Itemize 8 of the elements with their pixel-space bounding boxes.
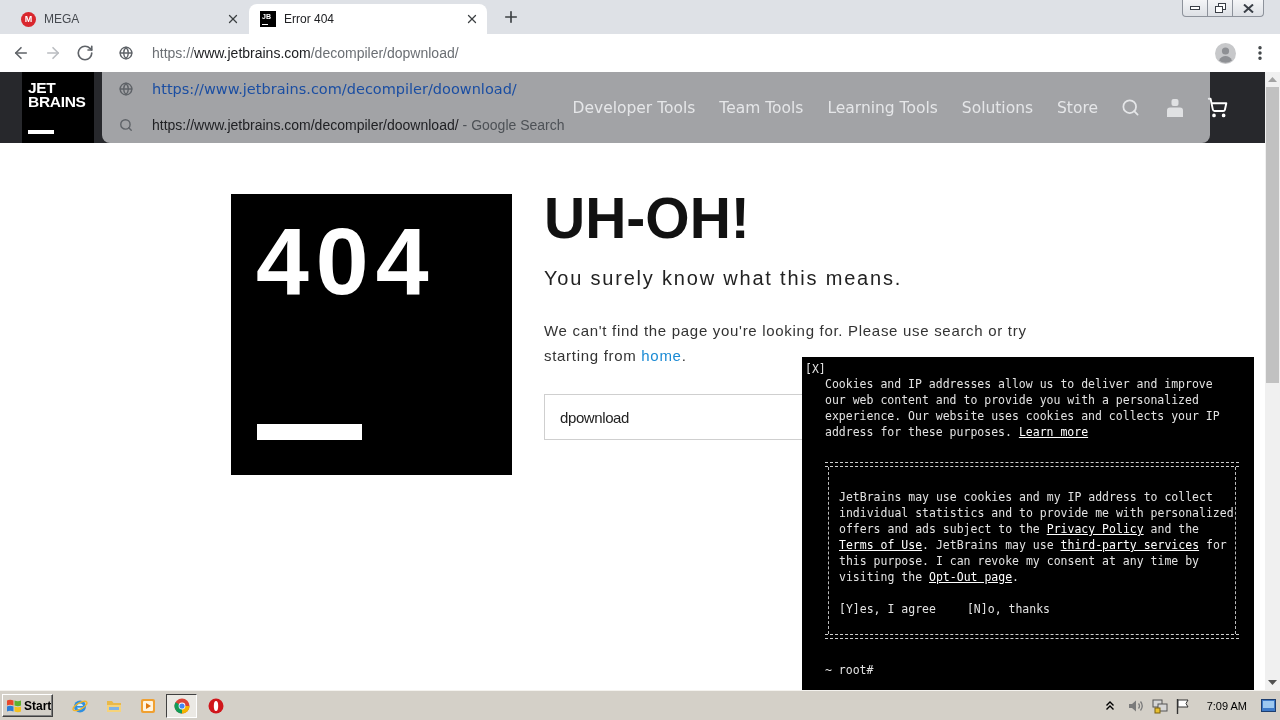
prompt-text: ~ root# bbox=[825, 662, 874, 678]
error-heading: UH-OH! bbox=[544, 190, 751, 247]
error-code-tile: 404 bbox=[231, 194, 512, 475]
error-subheading: You surely know what this means. bbox=[544, 266, 904, 291]
consent-text: JetBrains may use cookies and my IP address to collect individual statistics and to provide me with personalized offers and ads subject to the Privacy Policy and the Terms of Use. JetBrains may use third-party services for this purpose. I can revoke my consent at any time by visiting the Opt-Out page. bbox=[839, 489, 1234, 585]
clock-text: 7:09 AM bbox=[1206, 699, 1247, 712]
round-logo-icon: M bbox=[21, 11, 36, 27]
cookie-notice-text: Cookies and IP addresses allow us to deliver and improve our web content and to provide you with a personalized experience. Our website uses cookies and collects your IP address for these purposes. Learn more bbox=[825, 376, 1221, 440]
